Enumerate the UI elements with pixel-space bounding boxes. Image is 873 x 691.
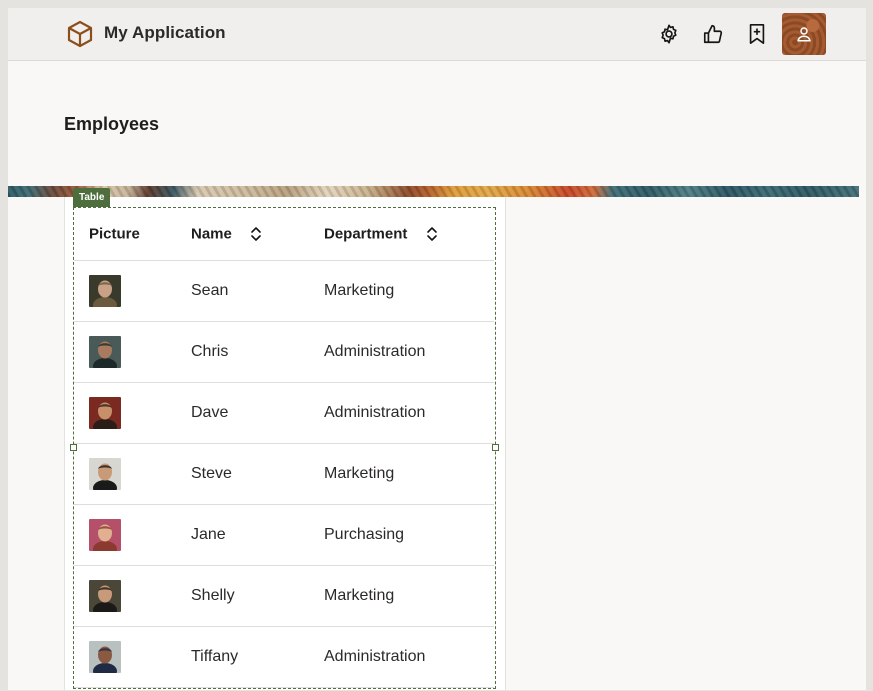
employee-photo xyxy=(89,519,121,551)
table-row[interactable]: Tiffany Administration xyxy=(74,626,494,688)
column-header-name[interactable]: Name xyxy=(191,208,324,261)
employee-photo xyxy=(89,397,121,429)
app-title: My Application xyxy=(104,23,226,42)
table-header-row: Picture Name Department xyxy=(74,208,494,261)
app-frame: My Application Employees Table Picture N… xyxy=(8,8,866,690)
department-cell: Purchasing xyxy=(324,504,494,566)
user-avatar-button[interactable] xyxy=(782,13,826,55)
resize-handle-left[interactable] xyxy=(70,444,77,451)
table-row[interactable]: Steve Marketing xyxy=(74,443,494,505)
department-cell: Marketing xyxy=(324,260,494,322)
bookmark-button[interactable] xyxy=(743,20,771,48)
name-cell: Dave xyxy=(191,382,324,444)
decorative-banner xyxy=(8,186,859,197)
picture-cell xyxy=(74,443,191,505)
thumbs-up-icon xyxy=(703,24,723,44)
name-cell: Tiffany xyxy=(191,626,324,688)
table-row[interactable]: Shelly Marketing xyxy=(74,565,494,627)
picture-cell xyxy=(74,565,191,627)
name-cell: Sean xyxy=(191,260,324,322)
page-title: Employees xyxy=(64,114,160,134)
picture-cell xyxy=(74,626,191,688)
resize-handle-right[interactable] xyxy=(492,444,499,451)
department-cell: Administration xyxy=(324,321,494,383)
column-header-department[interactable]: Department xyxy=(324,208,494,261)
employee-photo xyxy=(89,641,121,673)
table-row[interactable]: Chris Administration xyxy=(74,321,494,383)
cube-logo-icon xyxy=(67,20,93,48)
picture-cell xyxy=(74,382,191,444)
picture-cell xyxy=(74,260,191,322)
table-row[interactable]: Jane Purchasing xyxy=(74,504,494,566)
employee-photo xyxy=(89,580,121,612)
bookmark-add-icon xyxy=(749,24,765,44)
employee-photo xyxy=(89,336,121,368)
department-cell: Marketing xyxy=(324,443,494,505)
picture-cell xyxy=(74,321,191,383)
table-row[interactable]: Dave Administration xyxy=(74,382,494,444)
department-cell: Administration xyxy=(324,382,494,444)
table-row[interactable]: Sean Marketing xyxy=(74,260,494,322)
user-icon xyxy=(797,27,811,42)
department-cell: Marketing xyxy=(324,565,494,627)
name-cell: Shelly xyxy=(191,565,324,627)
name-cell: Jane xyxy=(191,504,324,566)
name-cell: Chris xyxy=(191,321,324,383)
employees-table: Picture Name Department Sean Marketing Chr… xyxy=(74,208,494,688)
settings-button[interactable] xyxy=(655,20,683,48)
picture-cell xyxy=(74,504,191,566)
column-header-picture: Picture xyxy=(74,208,191,261)
table-badge[interactable]: Table xyxy=(73,188,111,207)
department-cell: Administration xyxy=(324,626,494,688)
settings-icon xyxy=(661,24,677,44)
name-cell: Steve xyxy=(191,443,324,505)
employee-photo xyxy=(89,275,121,307)
sort-icon[interactable] xyxy=(426,226,438,242)
app-header: My Application xyxy=(8,8,866,61)
sort-icon[interactable] xyxy=(250,226,262,242)
feedback-button[interactable] xyxy=(699,20,727,48)
employee-photo xyxy=(89,458,121,490)
